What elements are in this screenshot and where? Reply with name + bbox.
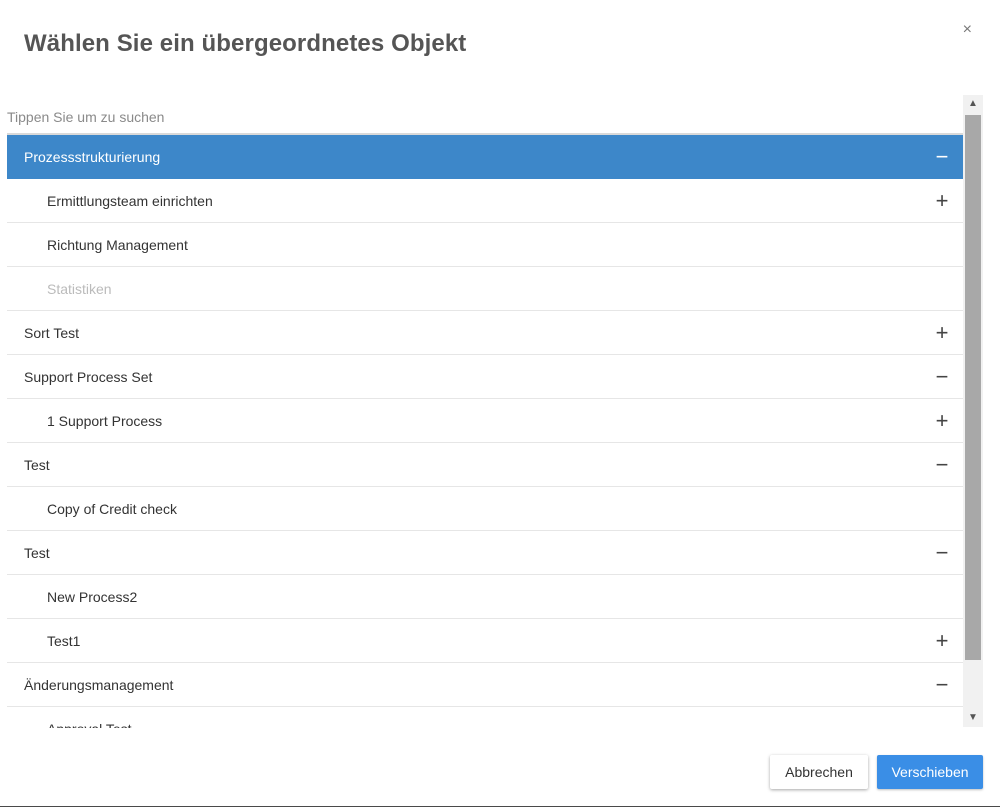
collapse-icon[interactable]: − xyxy=(934,145,950,168)
search-input[interactable] xyxy=(7,104,957,130)
tree-row[interactable]: 1 Support Process + xyxy=(7,399,963,443)
tree-row-label: Approval Test xyxy=(7,721,132,729)
tree-scrollbar[interactable]: ▲ ▼ xyxy=(963,95,983,727)
scroll-thumb[interactable] xyxy=(965,115,981,660)
tree-row[interactable]: Prozessstrukturierung − xyxy=(7,135,963,179)
collapse-icon[interactable]: − xyxy=(934,365,950,388)
tree-row-label: Sort Test xyxy=(24,324,79,341)
tree-row: Statistiken xyxy=(7,267,963,311)
tree-row[interactable]: Ermittlungsteam einrichten + xyxy=(7,179,963,223)
tree-row[interactable]: Test1 + xyxy=(7,619,963,663)
tree-row-label: Test xyxy=(24,456,50,473)
tree-row-label: Support Process Set xyxy=(24,368,153,385)
tree-row[interactable]: Test − xyxy=(7,531,963,575)
select-parent-dialog: Wählen Sie ein übergeordnetes Objekt × P… xyxy=(0,0,1000,807)
tree-row-label: Prozessstrukturierung xyxy=(24,148,161,165)
tree-row-label: New Process2 xyxy=(47,588,138,605)
scroll-down-icon[interactable]: ▼ xyxy=(963,709,983,727)
tree-row-label: Test xyxy=(24,544,50,561)
collapse-icon[interactable]: − xyxy=(934,673,950,696)
tree-row-label: Test1 xyxy=(47,632,81,649)
tree-row[interactable]: Richtung Management xyxy=(7,223,963,267)
dialog-title: Wählen Sie ein übergeordnetes Objekt xyxy=(24,30,467,57)
expand-icon[interactable]: + xyxy=(934,321,950,344)
tree-row[interactable]: Copy of Credit check xyxy=(7,487,963,531)
move-button[interactable]: Verschieben xyxy=(877,755,983,789)
expand-icon[interactable]: + xyxy=(934,409,950,432)
tree-row-label: Änderungsmanagement xyxy=(24,676,174,693)
expand-icon[interactable]: + xyxy=(934,189,950,212)
tree-row-label: Ermittlungsteam einrichten xyxy=(47,192,213,209)
tree-row[interactable]: Approval Test xyxy=(7,707,963,729)
tree-row-label: 1 Support Process xyxy=(47,412,163,429)
tree-row[interactable]: New Process2 xyxy=(7,575,963,619)
tree-row[interactable]: Test − xyxy=(7,443,963,487)
tree-row-label: Richtung Management xyxy=(47,236,188,253)
collapse-icon[interactable]: − xyxy=(934,453,950,476)
tree-row-label: Copy of Credit check xyxy=(47,500,177,517)
expand-icon[interactable]: + xyxy=(934,629,950,652)
tree-row[interactable]: Änderungsmanagement − xyxy=(7,663,963,707)
tree-row[interactable]: Sort Test + xyxy=(7,311,963,355)
object-tree: Prozessstrukturierung − Ermittlungsteam ei… xyxy=(7,135,963,728)
collapse-icon[interactable]: − xyxy=(934,541,950,564)
tree-row[interactable]: Support Process Set − xyxy=(7,355,963,399)
tree-row-label: Statistiken xyxy=(47,280,112,297)
cancel-button[interactable]: Abbrechen xyxy=(770,755,868,789)
close-icon[interactable]: × xyxy=(963,22,972,38)
scroll-up-icon[interactable]: ▲ xyxy=(963,95,983,113)
